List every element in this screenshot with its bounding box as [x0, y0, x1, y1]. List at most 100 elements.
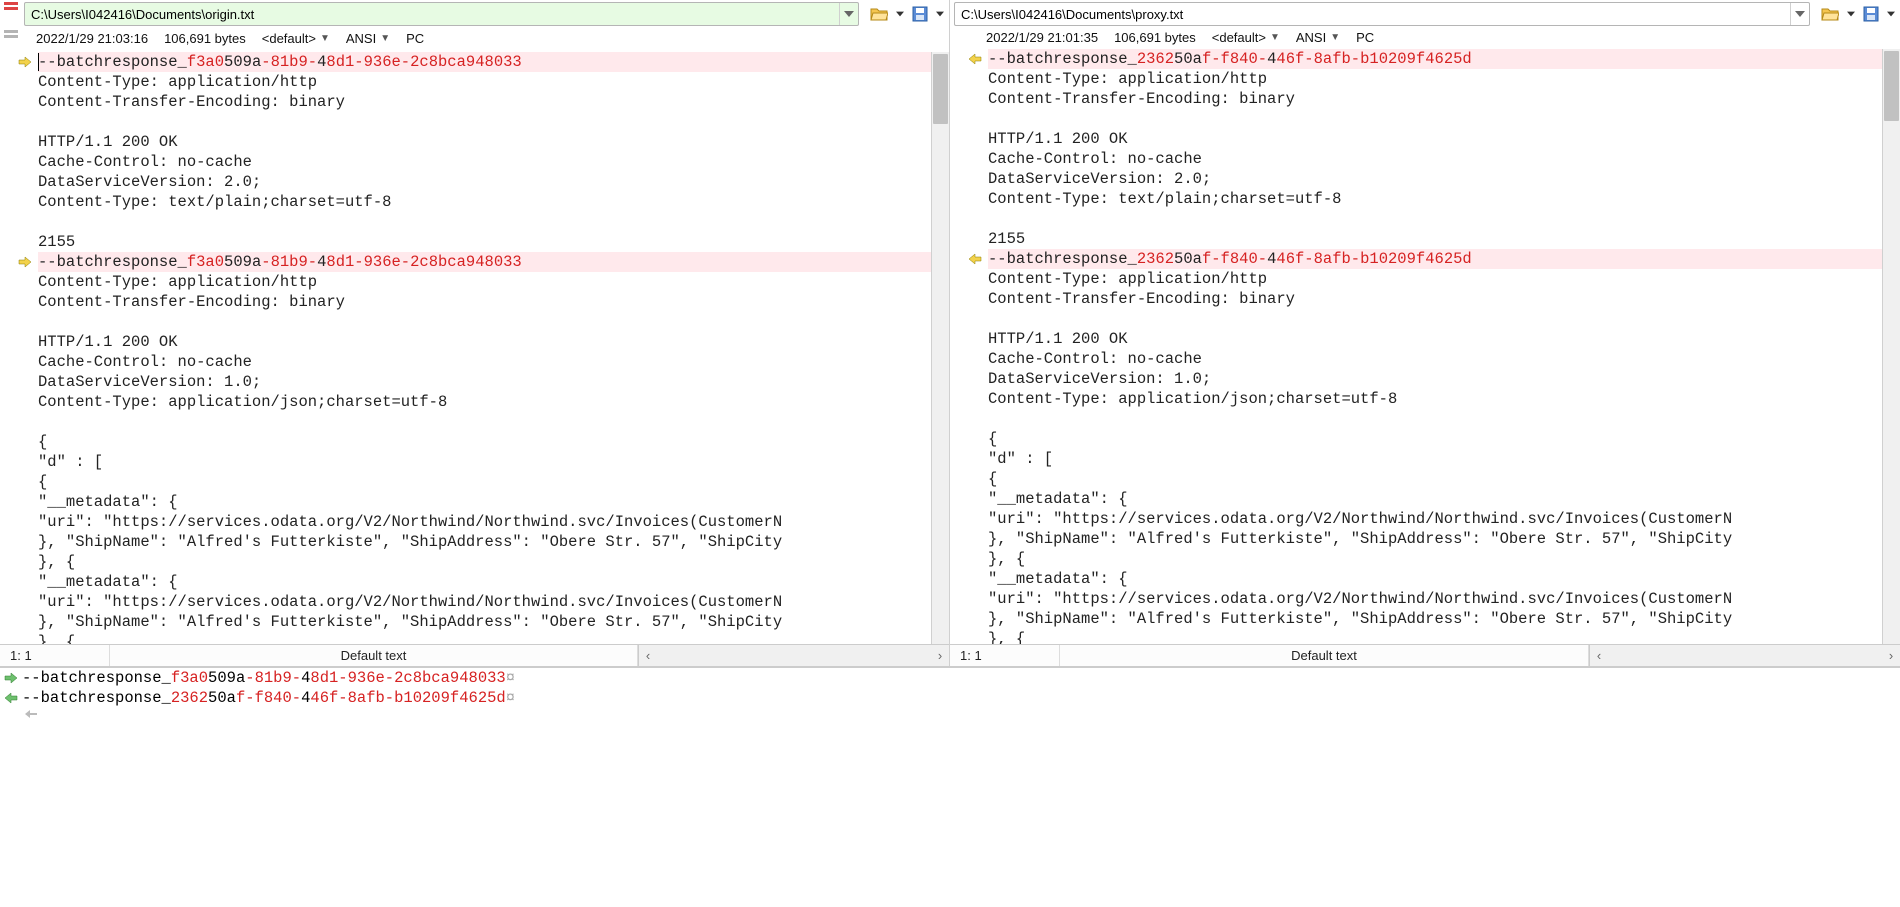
text-line[interactable]: "__metadata": { [38, 492, 949, 512]
text-line[interactable]: 2155 [38, 232, 949, 252]
text-line[interactable]: { [38, 432, 949, 452]
text-line[interactable]: HTTP/1.1 200 OK [988, 129, 1900, 149]
text-line[interactable]: "__metadata": { [988, 489, 1900, 509]
text-line[interactable]: DataServiceVersion: 1.0; [988, 369, 1900, 389]
diff-arrow-left-icon[interactable] [968, 52, 982, 66]
text-line[interactable]: "uri": "https://services.odata.org/V2/No… [988, 589, 1900, 609]
left-lineend-dropdown[interactable]: PC [406, 31, 424, 46]
text-line[interactable]: Content-Type: application/http [38, 72, 949, 92]
text-line[interactable]: --batchresponse_236250af-f840-446f-8afb-… [988, 49, 1900, 69]
text-line[interactable]: Content-Transfer-Encoding: binary [988, 89, 1900, 109]
text-line[interactable]: 2155 [988, 229, 1900, 249]
text-line[interactable]: --batchresponse_236250af-f840-446f-8afb-… [988, 249, 1900, 269]
left-horizontal-scrollbar[interactable]: ‹ › [638, 645, 949, 666]
text-line[interactable]: DataServiceVersion: 2.0; [988, 169, 1900, 189]
right-lineend-dropdown[interactable]: PC [1356, 30, 1374, 45]
left-path-input[interactable] [25, 5, 839, 24]
right-open-file-button[interactable] [1818, 4, 1842, 24]
text-line[interactable]: "d" : [ [38, 452, 949, 472]
text-line[interactable]: }, { [988, 549, 1900, 569]
text-line[interactable] [988, 309, 1900, 329]
compare-panes: 2022/1/29 21:03:16 106,691 bytes <defaul… [0, 0, 1900, 667]
right-text-viewer[interactable]: --batchresponse_236250af-f840-446f-8afb-… [986, 49, 1900, 644]
left-save-dropdown[interactable] [933, 4, 947, 24]
left-path-dropdown[interactable] [839, 3, 858, 25]
text-line[interactable]: Cache-Control: no-cache [988, 149, 1900, 169]
diff-arrow-right-icon[interactable] [18, 55, 32, 69]
text-line[interactable]: { [988, 429, 1900, 449]
text-line[interactable]: Content-Transfer-Encoding: binary [988, 289, 1900, 309]
left-content: --batchresponse_f3a0509a-81b9-48d1-936e-… [0, 52, 949, 644]
text-line[interactable]: Content-Type: text/plain;charset=utf-8 [988, 189, 1900, 209]
right-save-dropdown[interactable] [1884, 4, 1898, 24]
right-path-dropdown[interactable] [1790, 3, 1809, 25]
right-date: 2022/1/29 21:01:35 [986, 30, 1098, 45]
diff-summary-line[interactable]: --batchresponse_236250af-f840-446f-8afb-… [0, 688, 1900, 708]
right-save-button[interactable] [1860, 4, 1882, 24]
right-encoding-dropdown[interactable]: ANSI▼ [1296, 30, 1340, 45]
right-status-desc: Default text [1060, 645, 1589, 666]
left-save-button[interactable] [909, 4, 931, 24]
text-line[interactable]: "uri": "https://services.odata.org/V2/No… [988, 509, 1900, 529]
text-line[interactable] [38, 312, 949, 332]
diff-arrow-left-icon[interactable] [968, 252, 982, 266]
diff-indicator-column [0, 0, 22, 26]
text-line[interactable]: Content-Transfer-Encoding: binary [38, 92, 949, 112]
diff-summary-line[interactable]: --batchresponse_f3a0509a-81b9-48d1-936e-… [0, 668, 1900, 688]
text-line[interactable]: { [988, 469, 1900, 489]
left-open-file-button[interactable] [867, 4, 891, 24]
text-line[interactable]: { [38, 472, 949, 492]
text-line[interactable]: Cache-Control: no-cache [38, 152, 949, 172]
left-vertical-scrollbar[interactable] [931, 52, 949, 644]
diff-arrow-right-icon[interactable] [18, 255, 32, 269]
text-line[interactable]: "uri": "https://services.odata.org/V2/No… [38, 512, 949, 532]
text-line[interactable]: Content-Type: application/http [988, 69, 1900, 89]
text-line[interactable] [988, 209, 1900, 229]
text-line[interactable]: DataServiceVersion: 2.0; [38, 172, 949, 192]
text-line[interactable]: }, { [988, 629, 1900, 644]
text-line[interactable]: }, "ShipName": "Alfred's Futterkiste", "… [38, 532, 949, 552]
text-line[interactable]: --batchresponse_f3a0509a-81b9-48d1-936e-… [38, 252, 949, 272]
hscroll-left-button[interactable]: ‹ [639, 645, 657, 666]
text-line[interactable]: }, "ShipName": "Alfred's Futterkiste", "… [988, 529, 1900, 549]
left-open-dropdown[interactable] [893, 4, 907, 24]
text-line[interactable]: Content-Type: application/json;charset=u… [38, 392, 949, 412]
text-line[interactable]: Content-Type: application/json;charset=u… [988, 389, 1900, 409]
text-line[interactable] [38, 212, 949, 232]
hscroll-right-button[interactable]: › [1882, 645, 1900, 666]
text-line[interactable]: }, { [38, 552, 949, 572]
text-line[interactable]: Content-Type: text/plain;charset=utf-8 [38, 192, 949, 212]
text-line[interactable]: }, { [38, 632, 949, 644]
text-line[interactable] [988, 409, 1900, 429]
right-vertical-scrollbar[interactable] [1882, 49, 1900, 644]
text-line[interactable] [38, 112, 949, 132]
text-line[interactable]: DataServiceVersion: 1.0; [38, 372, 949, 392]
text-line[interactable]: Content-Type: application/http [38, 272, 949, 292]
text-line[interactable]: Cache-Control: no-cache [38, 352, 949, 372]
text-line[interactable]: "d" : [ [988, 449, 1900, 469]
text-line[interactable]: HTTP/1.1 200 OK [38, 332, 949, 352]
right-open-dropdown[interactable] [1844, 4, 1858, 24]
text-line[interactable]: }, "ShipName": "Alfred's Futterkiste", "… [988, 609, 1900, 629]
text-line[interactable]: Content-Transfer-Encoding: binary [38, 292, 949, 312]
text-line[interactable]: "__metadata": { [988, 569, 1900, 589]
text-line[interactable] [38, 412, 949, 432]
text-line[interactable]: }, "ShipName": "Alfred's Futterkiste", "… [38, 612, 949, 632]
diff-summary-panel: --batchresponse_f3a0509a-81b9-48d1-936e-… [0, 667, 1900, 730]
text-line[interactable]: HTTP/1.1 200 OK [38, 132, 949, 152]
right-horizontal-scrollbar[interactable]: ‹ › [1589, 645, 1900, 666]
text-line[interactable]: Content-Type: application/http [988, 269, 1900, 289]
right-path-input[interactable] [955, 5, 1790, 24]
left-encoding-dropdown[interactable]: ANSI▼ [346, 31, 390, 46]
text-line[interactable]: Cache-Control: no-cache [988, 349, 1900, 369]
text-line[interactable]: --batchresponse_f3a0509a-81b9-48d1-936e-… [38, 52, 949, 72]
left-text-viewer[interactable]: --batchresponse_f3a0509a-81b9-48d1-936e-… [36, 52, 949, 644]
hscroll-left-button[interactable]: ‹ [1590, 645, 1608, 666]
text-line[interactable]: HTTP/1.1 200 OK [988, 329, 1900, 349]
text-line[interactable]: "uri": "https://services.odata.org/V2/No… [38, 592, 949, 612]
text-line[interactable]: "__metadata": { [38, 572, 949, 592]
text-line[interactable] [988, 109, 1900, 129]
right-filter-dropdown[interactable]: <default>▼ [1212, 30, 1280, 45]
left-filter-dropdown[interactable]: <default>▼ [262, 31, 330, 46]
hscroll-right-button[interactable]: › [931, 645, 949, 666]
